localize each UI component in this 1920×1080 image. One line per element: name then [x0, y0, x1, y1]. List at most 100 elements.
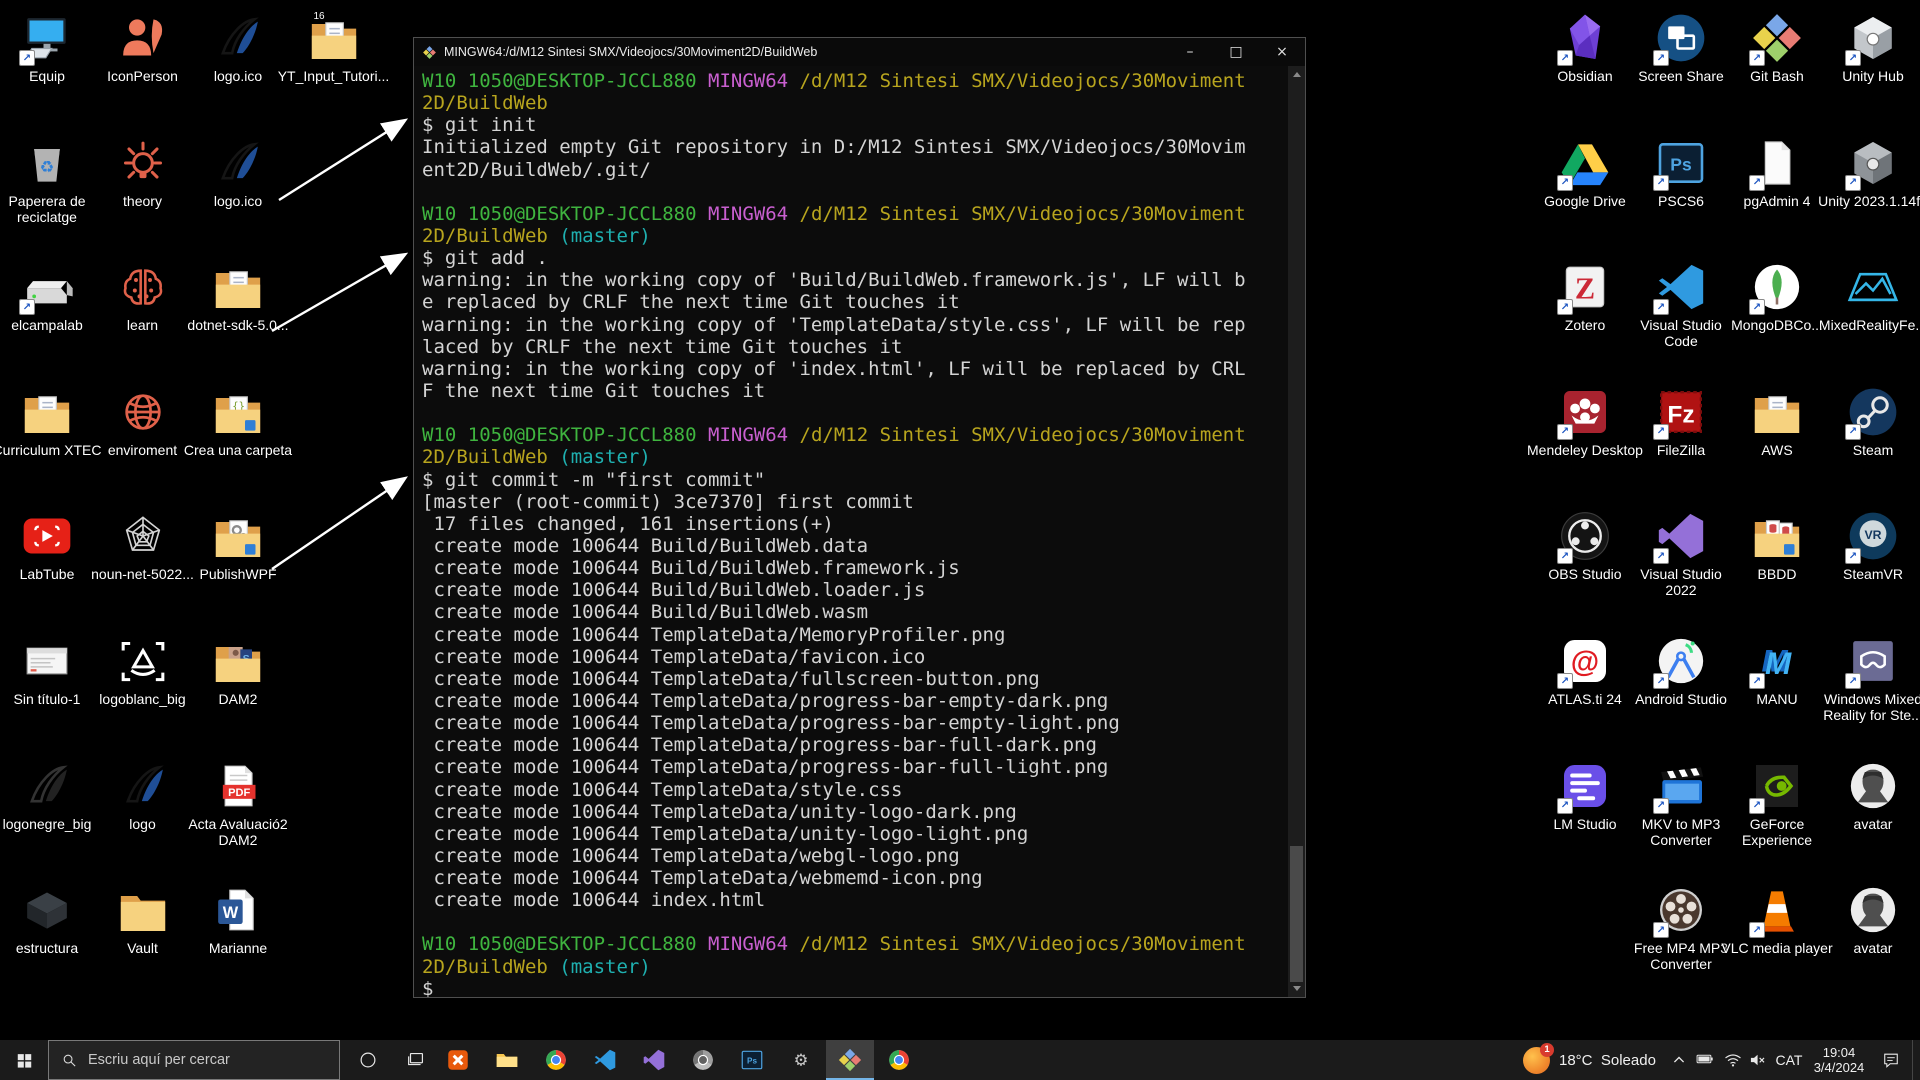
shortcut-arrow-icon: ↗ — [1653, 50, 1669, 66]
desktop-icon-atlas-ti-24[interactable]: @↗ATLAS.ti 24 — [1539, 633, 1631, 707]
desktop-icon-iconperson[interactable]: IconPerson — [97, 10, 189, 84]
desktop-icon-obs-studio[interactable]: ↗OBS Studio — [1539, 508, 1631, 582]
desktop-icon-logo-ico[interactable]: logo.ico — [192, 10, 284, 84]
desktop-icon-dotnet-sdk-5-0[interactable]: dotnet-sdk-5.0... — [192, 259, 284, 333]
desktop-icon-vlc-media-player[interactable]: ↗VLC media player — [1731, 882, 1823, 956]
visual-studio-icon — [641, 1047, 667, 1073]
desktop-icon-geforce-experience[interactable]: ↗GeForce Experience — [1731, 758, 1823, 848]
taskbar-settings-gear-button[interactable]: ⚙ — [777, 1040, 825, 1080]
battery-status[interactable] — [1692, 1040, 1720, 1080]
show-desktop-button[interactable] — [1912, 1040, 1920, 1080]
taskbar-chrome-button[interactable] — [532, 1040, 580, 1080]
monitor-icon: ↗ — [19, 10, 75, 66]
desktop-icon-theory[interactable]: theory — [97, 135, 189, 209]
desktop-icon-crea-una-carpeta[interactable]: {}Crea una carpeta — [192, 384, 284, 458]
desktop-icon-obsidian[interactable]: ↗Obsidian — [1539, 10, 1631, 84]
taskbar-search-input[interactable]: Escriu aquí per cercar — [48, 1040, 340, 1080]
taskbar-chrome-gray-button[interactable] — [679, 1040, 727, 1080]
desktop-icon-labtube[interactable]: LabTube — [1, 508, 93, 582]
desktop-icon-logo-ico[interactable]: logo.ico — [192, 135, 284, 209]
desktop-icon-paperera-de-reciclatge[interactable]: ♻Paperera de reciclatge — [1, 135, 93, 225]
desktop-icon-estructura[interactable]: estructura — [1, 882, 93, 956]
search-icon — [61, 1052, 78, 1069]
desktop-icon-marianne[interactable]: WMarianne — [192, 882, 284, 956]
taskbar-file-explorer-button[interactable] — [483, 1040, 531, 1080]
desktop-icon-publishwpf[interactable]: PublishWPF — [192, 508, 284, 582]
desktop-icon-avatar[interactable]: avatar — [1827, 882, 1919, 956]
desktop-icon-avatar[interactable]: avatar — [1827, 758, 1919, 832]
desktop-icon-google-drive[interactable]: ↗Google Drive — [1539, 135, 1631, 209]
screenshare-icon: ↗ — [1653, 10, 1709, 66]
clock[interactable]: 19:04 3/4/2024 — [1806, 1040, 1872, 1080]
desktop-icon-pgadmin-4[interactable]: ↗pgAdmin 4 — [1731, 135, 1823, 209]
desktop-icon-unity-hub[interactable]: ↗Unity Hub — [1827, 10, 1919, 84]
scrollbar-up-arrow-icon[interactable] — [1288, 66, 1305, 83]
tray-overflow-button[interactable] — [1666, 1040, 1692, 1080]
desktop-icon-manu[interactable]: MM↗MANU — [1731, 633, 1823, 707]
taskbar-vscode-button[interactable] — [581, 1040, 629, 1080]
shortcut-arrow-icon: ↗ — [1749, 299, 1765, 315]
desktop-icon-sin-t-tulo-1[interactable]: Sin título-1 — [1, 633, 93, 707]
taskbar-visual-studio-button[interactable] — [630, 1040, 678, 1080]
desktop-icon-equip[interactable]: ↗Equip — [1, 10, 93, 84]
terminal-line: create mode 100644 TemplateData/MemoryPr… — [422, 624, 1288, 646]
svg-text:♻: ♻ — [40, 157, 55, 176]
desktop-icon-filezilla[interactable]: Fz↗FileZilla — [1635, 384, 1727, 458]
desktop-icon-mendeley-desktop[interactable]: ↗Mendeley Desktop — [1539, 384, 1631, 458]
terminal-output[interactable]: W10 1050@DESKTOP-JCCL880 MINGW64 /d/M12 … — [414, 66, 1288, 997]
desktop-icon-mkv-to-mp3-converter[interactable]: ↗MKV to MP3 Converter — [1635, 758, 1727, 848]
close-button[interactable]: × — [1259, 38, 1305, 66]
desktop-icon-aws[interactable]: AWS — [1731, 384, 1823, 458]
weather-widget[interactable]: 1 18°C Soleado — [1523, 1040, 1671, 1080]
shortcut-arrow-icon: ↗ — [1557, 424, 1573, 440]
language-indicator[interactable]: CAT — [1770, 1040, 1808, 1080]
task-view-button[interactable] — [394, 1040, 438, 1080]
desktop-icon-yt-input-tutori[interactable]: 16YT_Input_Tutori... — [288, 10, 380, 84]
desktop-icon-mixedrealityfe[interactable]: MixedRealityFe... — [1827, 259, 1919, 333]
terminal-line: warning: in the working copy of 'Templat… — [422, 314, 1288, 336]
terminal-line: create mode 100644 TemplateData/progress… — [422, 734, 1288, 756]
desktop-icon-lm-studio[interactable]: ↗LM Studio — [1539, 758, 1631, 832]
desktop-icon-visual-studio-code[interactable]: ↗Visual Studio Code — [1635, 259, 1727, 349]
cortana-button[interactable] — [346, 1040, 390, 1080]
desktop-icon-acta-avaluaci-2-dam2[interactable]: PDFActa Avaluació2 DAM2 — [192, 758, 284, 848]
desktop-icon-android-studio[interactable]: ↗Android Studio — [1635, 633, 1727, 707]
desktop-icon-windows-mixed-reality-for-ste[interactable]: ↗Windows Mixed Reality for Ste... — [1827, 633, 1919, 723]
desktop-icon-pscs6[interactable]: Ps↗PSCS6 — [1635, 135, 1727, 209]
desktop-icon-visual-studio-2022[interactable]: ↗Visual Studio 2022 — [1635, 508, 1727, 598]
scrollbar-down-arrow-icon[interactable] — [1288, 980, 1305, 997]
terminal-scrollbar[interactable] — [1288, 66, 1305, 997]
desktop-icon-git-bash[interactable]: ↗Git Bash — [1731, 10, 1823, 84]
taskbar-git-bash-button[interactable] — [826, 1040, 874, 1080]
taskbar-chrome-2-button[interactable] — [875, 1040, 923, 1080]
desktop-icon-logonegre-big[interactable]: logonegre_big — [1, 758, 93, 832]
desktop-icon-free-mp4-mp3-converter[interactable]: ↗Free MP4 MP3 Converter — [1635, 882, 1727, 972]
desktop-icon-screen-share[interactable]: ↗Screen Share — [1635, 10, 1727, 84]
desktop-icon-zotero[interactable]: Z↗Zotero — [1539, 259, 1631, 333]
action-center-button[interactable] — [1872, 1040, 1910, 1080]
desktop-icon-noun-net-5022[interactable]: noun-net-5022... — [97, 508, 189, 582]
desktop-icon-logoblanc-big[interactable]: logoblanc_big — [97, 633, 189, 707]
desktop-icon-unity-2023-1-14f1[interactable]: ↗Unity 2023.1.14f1 — [1827, 135, 1919, 209]
desktop-icon-elcampalab[interactable]: ↗elcampalab — [1, 259, 93, 333]
minimize-button[interactable]: – — [1167, 38, 1213, 66]
desktop-icon-learn[interactable]: learn — [97, 259, 189, 333]
desktop-icon-bbdd[interactable]: BBDD — [1731, 508, 1823, 582]
desktop-icon-steam[interactable]: ↗Steam — [1827, 384, 1919, 458]
terminal-titlebar[interactable]: MINGW64:/d/M12 Sintesi SMX/Videojocs/30M… — [414, 38, 1305, 66]
maximize-button[interactable]: □ — [1213, 38, 1259, 66]
gitdiamond-icon: ↗ — [1749, 10, 1805, 66]
desktop-icon-mongodbco[interactable]: ↗MongoDBCo... — [1731, 259, 1823, 333]
desktop-icon-logo[interactable]: logo — [97, 758, 189, 832]
network-status[interactable] — [1720, 1040, 1746, 1080]
taskbar-photoshop-button[interactable]: Ps — [728, 1040, 776, 1080]
desktop-icon-curriculum-xtec[interactable]: Curriculum XTEC — [1, 384, 93, 458]
desktop-icon-dam2[interactable]: SDAM2 — [192, 633, 284, 707]
desktop-icon-enviroment[interactable]: enviroment — [97, 384, 189, 458]
start-button[interactable] — [0, 1040, 48, 1080]
taskbar-orange-x-app-button[interactable] — [434, 1040, 482, 1080]
volume-status[interactable] — [1745, 1040, 1771, 1080]
desktop-icon-vault[interactable]: Vault — [97, 882, 189, 956]
desktop-icon-steamvr[interactable]: VR↗SteamVR — [1827, 508, 1919, 582]
scrollbar-thumb[interactable] — [1290, 846, 1303, 982]
